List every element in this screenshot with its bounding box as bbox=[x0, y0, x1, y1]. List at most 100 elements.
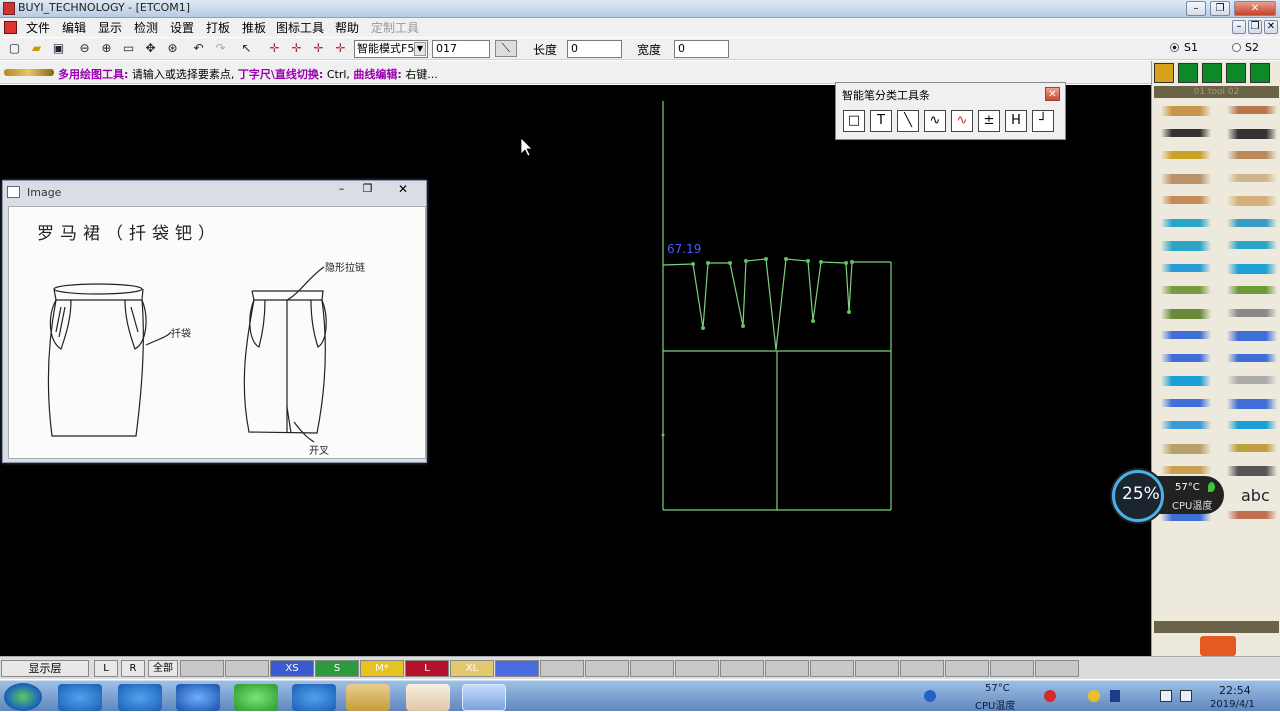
menu-settings[interactable]: 设置 bbox=[170, 19, 194, 36]
ie-icon[interactable] bbox=[58, 684, 102, 711]
size-swatch[interactable] bbox=[810, 660, 854, 677]
pattern-tool-icon[interactable] bbox=[1224, 218, 1280, 227]
pattern-tool-icon[interactable] bbox=[1224, 376, 1280, 384]
doc-minimize-button[interactable]: – bbox=[1232, 20, 1246, 34]
parallel-tool-icon[interactable]: ± bbox=[978, 110, 1000, 132]
size-swatch[interactable] bbox=[945, 660, 989, 677]
pattern-tool-icon[interactable] bbox=[1224, 308, 1280, 317]
mode-select[interactable]: 智能模式F5 ▼ bbox=[354, 40, 428, 58]
pattern-tool-icon[interactable] bbox=[1158, 308, 1214, 319]
size-swatch[interactable] bbox=[225, 660, 269, 677]
size-swatch[interactable] bbox=[855, 660, 899, 677]
smart-pen-palette[interactable]: 智能笔分类工具条 ✕ □ T ╲ ∿ ∿ ± H ┘ bbox=[835, 82, 1066, 140]
zoom-region-icon[interactable]: ⊛ bbox=[164, 40, 181, 57]
menu-custom-tools[interactable]: 定制工具 bbox=[371, 19, 419, 36]
green-app-icon[interactable] bbox=[234, 684, 278, 711]
browser-2-icon[interactable] bbox=[292, 684, 336, 711]
help-icon[interactable] bbox=[924, 690, 936, 702]
pattern-tool-icon[interactable] bbox=[1158, 173, 1214, 184]
layer-button[interactable]: 显示层 bbox=[1, 660, 89, 677]
folder-icon[interactable] bbox=[346, 684, 390, 711]
pattern-tool-icon[interactable] bbox=[1158, 241, 1214, 251]
rect-tool-icon[interactable]: □ bbox=[843, 110, 865, 132]
pattern-tool-icon[interactable] bbox=[1224, 263, 1280, 274]
pattern-tool-icon[interactable] bbox=[1224, 443, 1280, 452]
arrow-green-icon[interactable] bbox=[1250, 63, 1270, 83]
size-swatch[interactable] bbox=[720, 660, 764, 677]
pattern-tool-icon[interactable] bbox=[1224, 353, 1280, 362]
size-swatch[interactable]: M* bbox=[360, 660, 404, 677]
pattern-tool-icon[interactable] bbox=[1158, 218, 1214, 227]
pattern-tool-icon[interactable] bbox=[1158, 443, 1214, 454]
point-green-icon[interactable] bbox=[1202, 63, 1222, 83]
angle-tool-icon[interactable]: ┘ bbox=[1032, 110, 1054, 132]
point-tool-4-icon[interactable]: ✛ bbox=[332, 40, 349, 57]
browser-icon[interactable] bbox=[118, 684, 162, 711]
pattern-tool-icon[interactable] bbox=[1158, 196, 1214, 204]
pattern-tool-icon[interactable] bbox=[1224, 128, 1280, 139]
rect-green-icon[interactable] bbox=[1178, 63, 1198, 83]
size-swatch[interactable] bbox=[990, 660, 1034, 677]
point-tool-2-icon[interactable]: ✛ bbox=[288, 40, 305, 57]
undo-icon[interactable]: ↶ bbox=[190, 40, 207, 57]
length-input[interactable]: 0 bbox=[567, 40, 622, 58]
image-maximize-button[interactable]: ❐ bbox=[355, 182, 380, 199]
minimize-button[interactable]: – bbox=[1186, 1, 1206, 16]
size-swatch[interactable] bbox=[495, 660, 539, 677]
pattern-tool-icon[interactable] bbox=[1158, 376, 1214, 386]
fit-window-icon[interactable]: ▭ bbox=[120, 40, 137, 57]
menu-pattern[interactable]: 打板 bbox=[206, 19, 230, 36]
pattern-tool-icon[interactable] bbox=[1224, 286, 1280, 294]
close-button[interactable]: ✕ bbox=[1234, 1, 1276, 16]
menu-edit[interactable]: 编辑 bbox=[62, 19, 86, 36]
pattern-tool-icon[interactable] bbox=[1224, 466, 1280, 476]
zoom-out-icon[interactable]: ⊖ bbox=[76, 40, 93, 57]
media-app-icon[interactable] bbox=[406, 684, 450, 711]
menu-file[interactable]: 文件 bbox=[26, 19, 50, 36]
line-tool-icon[interactable]: ╲ bbox=[897, 110, 919, 132]
pattern-tool-icon[interactable] bbox=[1224, 151, 1280, 159]
size-swatch[interactable]: S bbox=[315, 660, 359, 677]
right-button[interactable]: R bbox=[121, 660, 145, 677]
maximize-button[interactable]: ❐ bbox=[1210, 1, 1230, 16]
pattern-tool-icon[interactable] bbox=[1224, 398, 1280, 409]
pattern-tool-icon[interactable] bbox=[1224, 241, 1280, 249]
size-swatch[interactable]: XS bbox=[270, 660, 314, 677]
tray-app-icon[interactable] bbox=[1088, 690, 1100, 702]
zoom-in-icon[interactable]: ⊕ bbox=[98, 40, 115, 57]
open-folder-icon[interactable]: ▰ bbox=[28, 40, 45, 57]
size-swatch[interactable] bbox=[180, 660, 224, 677]
bluetooth-icon[interactable] bbox=[1110, 690, 1120, 702]
image-close-button[interactable]: ✕ bbox=[383, 182, 423, 199]
cut-green-icon[interactable] bbox=[1226, 63, 1246, 83]
h-tool-icon[interactable]: H bbox=[1005, 110, 1027, 132]
pattern-tool-icon[interactable] bbox=[1224, 421, 1280, 429]
save-icon[interactable]: ▣ bbox=[50, 40, 67, 57]
size-swatch[interactable]: L bbox=[405, 660, 449, 677]
tool-tabs-bottom[interactable] bbox=[1154, 621, 1279, 633]
pattern-tool-icon[interactable] bbox=[1158, 353, 1214, 362]
cad-app-icon[interactable] bbox=[462, 684, 506, 711]
point-tool-3-icon[interactable]: ✛ bbox=[310, 40, 327, 57]
s1-radio[interactable] bbox=[1170, 43, 1179, 52]
pattern-tool-icon[interactable] bbox=[1158, 151, 1214, 159]
size-swatch[interactable] bbox=[675, 660, 719, 677]
pattern-tool-icon[interactable] bbox=[1158, 331, 1214, 339]
pattern-tool-icon[interactable] bbox=[1224, 173, 1280, 182]
k-app-icon[interactable] bbox=[176, 684, 220, 711]
text-tool-icon[interactable]: T bbox=[870, 110, 892, 132]
pattern-tool-icon[interactable] bbox=[1158, 398, 1214, 407]
new-file-icon[interactable]: ▢ bbox=[6, 40, 23, 57]
number-field[interactable]: 017 bbox=[432, 40, 490, 58]
pattern-tool-icon[interactable] bbox=[1158, 263, 1214, 272]
menu-view[interactable]: 显示 bbox=[98, 19, 122, 36]
size-swatch[interactable] bbox=[540, 660, 584, 677]
size-swatch[interactable] bbox=[1035, 660, 1079, 677]
text-tool-label[interactable]: abc bbox=[1241, 486, 1270, 505]
bezier-tool-icon[interactable]: ∿ bbox=[951, 110, 973, 132]
pattern-tool-icon[interactable] bbox=[1224, 106, 1280, 114]
pattern-tool-icon[interactable] bbox=[1158, 286, 1214, 294]
point-tool-icon[interactable]: ✛ bbox=[266, 40, 283, 57]
pattern-tool-icon[interactable] bbox=[1158, 128, 1214, 137]
size-swatch[interactable] bbox=[630, 660, 674, 677]
